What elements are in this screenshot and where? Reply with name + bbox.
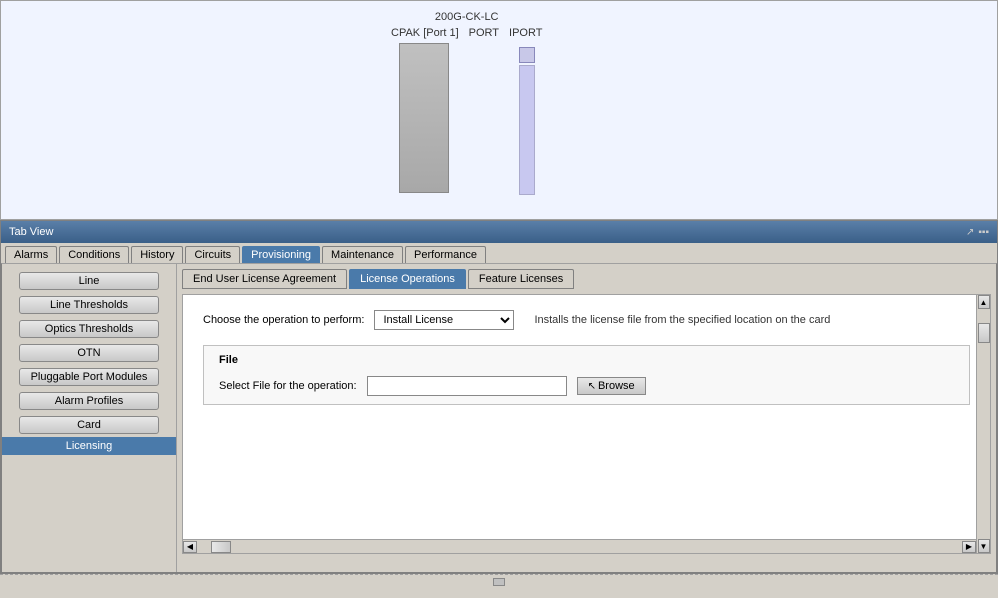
sidebar-item-card[interactable]: Card bbox=[2, 413, 176, 437]
diagram-area: 200G-CK-LC CPAK [Port 1] PORT IPORT bbox=[0, 0, 998, 220]
scroll-right-arrow[interactable]: ▶ bbox=[962, 541, 976, 553]
bottom-dashed-area bbox=[0, 574, 998, 589]
sidebar-item-line[interactable]: Line bbox=[2, 269, 176, 293]
sidebar-btn-alarm-profiles[interactable]: Alarm Profiles bbox=[19, 392, 159, 410]
cpak-rect bbox=[399, 43, 449, 193]
tab-performance[interactable]: Performance bbox=[405, 246, 486, 263]
scroll-down-arrow[interactable]: ▼ bbox=[978, 539, 990, 553]
file-input[interactable] bbox=[367, 376, 567, 396]
sidebar-btn-line-thresholds[interactable]: Line Thresholds bbox=[19, 296, 159, 314]
scroll-left-arrow[interactable]: ◀ bbox=[183, 541, 197, 553]
cpak-block bbox=[399, 43, 535, 195]
sub-tab-license-operations[interactable]: License Operations bbox=[349, 269, 466, 289]
sidebar-btn-line[interactable]: Line bbox=[19, 272, 159, 290]
tab-conditions[interactable]: Conditions bbox=[59, 246, 129, 263]
port-labels: CPAK [Port 1] PORT IPORT bbox=[391, 27, 542, 39]
sidebar-item-licensing[interactable]: Licensing bbox=[2, 437, 176, 455]
form-panel: Choose the operation to perform: Install… bbox=[182, 294, 991, 554]
iport-line bbox=[519, 65, 535, 195]
port-label-cpak: CPAK [Port 1] bbox=[391, 27, 459, 39]
browse-button[interactable]: ↖ Browse bbox=[577, 377, 646, 395]
iport-col bbox=[519, 43, 535, 195]
iport-rect bbox=[519, 47, 535, 63]
browse-label: Browse bbox=[598, 380, 635, 392]
tab-view-title: Tab View bbox=[9, 226, 53, 238]
sidebar: Line Line Thresholds Optics Thresholds O… bbox=[2, 264, 177, 572]
menu-icon[interactable]: ▪▪▪ bbox=[978, 227, 989, 238]
header-icons: ↗ ▪▪▪ bbox=[966, 227, 989, 238]
tab-history[interactable]: History bbox=[131, 246, 183, 263]
sub-tab-eula[interactable]: End User License Agreement bbox=[182, 269, 347, 289]
file-label: Select File for the operation: bbox=[219, 380, 357, 392]
sidebar-btn-pluggable-port-modules[interactable]: Pluggable Port Modules bbox=[19, 368, 159, 386]
file-section-title: File bbox=[219, 354, 954, 366]
tab-view-container: Tab View ↗ ▪▪▪ Alarms Conditions History… bbox=[0, 220, 998, 574]
form-inner: Choose the operation to perform: Install… bbox=[183, 295, 990, 430]
operation-row: Choose the operation to perform: Install… bbox=[203, 310, 970, 330]
scroll-up-arrow[interactable]: ▲ bbox=[978, 295, 990, 309]
tab-alarms[interactable]: Alarms bbox=[5, 246, 57, 263]
operation-description: Installs the license file from the speci… bbox=[534, 314, 830, 326]
tab-circuits[interactable]: Circuits bbox=[185, 246, 240, 263]
sidebar-item-line-thresholds[interactable]: Line Thresholds bbox=[2, 293, 176, 317]
sidebar-label-licensing: Licensing bbox=[19, 440, 159, 452]
sidebar-btn-optics-thresholds[interactable]: Optics Thresholds bbox=[19, 320, 159, 338]
device-label-area: 200G-CK-LC CPAK [Port 1] PORT IPORT bbox=[391, 11, 542, 195]
operation-select[interactable]: Install License bbox=[374, 310, 514, 330]
sidebar-item-alarm-profiles[interactable]: Alarm Profiles bbox=[2, 389, 176, 413]
scroll-thumb[interactable] bbox=[978, 323, 990, 343]
operation-label: Choose the operation to perform: bbox=[203, 314, 364, 326]
tab-maintenance[interactable]: Maintenance bbox=[322, 246, 403, 263]
file-row: Select File for the operation: ↖ Browse bbox=[219, 376, 954, 396]
sub-tabs-row: End User License Agreement License Opera… bbox=[182, 269, 991, 289]
arrow-icon[interactable]: ↗ bbox=[966, 227, 974, 238]
sub-tab-feature-licenses[interactable]: Feature Licenses bbox=[468, 269, 574, 289]
sidebar-item-otn[interactable]: OTN bbox=[2, 341, 176, 365]
port-label-port: PORT bbox=[469, 27, 499, 39]
scrollbar-vertical[interactable]: ▲ ▼ bbox=[976, 295, 990, 553]
tab-view-header: Tab View ↗ ▪▪▪ bbox=[1, 221, 997, 243]
sidebar-btn-card[interactable]: Card bbox=[19, 416, 159, 434]
resize-handle[interactable] bbox=[493, 578, 505, 586]
port-label-iport: IPORT bbox=[509, 27, 542, 39]
diagram-background: 200G-CK-LC CPAK [Port 1] PORT IPORT bbox=[1, 1, 997, 219]
right-panel: End User License Agreement License Opera… bbox=[177, 264, 996, 572]
scroll-h-thumb[interactable] bbox=[211, 541, 231, 553]
tab-provisioning[interactable]: Provisioning bbox=[242, 246, 320, 263]
sidebar-item-optics-thresholds[interactable]: Optics Thresholds bbox=[2, 317, 176, 341]
device-title: 200G-CK-LC bbox=[435, 11, 499, 23]
content-area: Line Line Thresholds Optics Thresholds O… bbox=[1, 263, 997, 573]
cursor-icon: ↖ bbox=[588, 381, 596, 392]
sidebar-item-pluggable-port-modules[interactable]: Pluggable Port Modules bbox=[2, 365, 176, 389]
file-section: File Select File for the operation: ↖ Br… bbox=[203, 345, 970, 405]
scrollbar-horizontal[interactable]: ◀ ▶ bbox=[183, 539, 976, 553]
sidebar-btn-otn[interactable]: OTN bbox=[19, 344, 159, 362]
main-tabs-row: Alarms Conditions History Circuits Provi… bbox=[1, 243, 997, 263]
